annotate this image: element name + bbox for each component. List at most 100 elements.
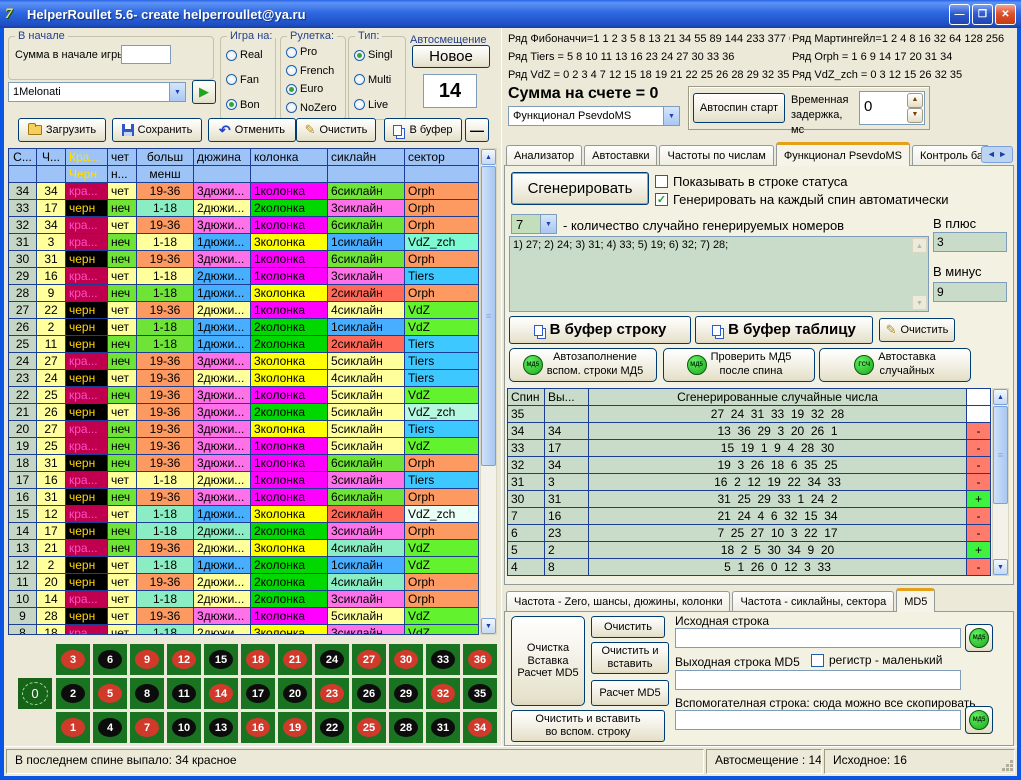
table-cell[interactable]: 30 [9, 251, 36, 267]
scroll-down-icon[interactable]: ▼ [481, 618, 496, 634]
table-cell[interactable]: 19 [9, 438, 36, 454]
tab-Частоты по числам[interactable]: Частоты по числам [659, 145, 773, 166]
generate-button[interactable]: Сгенерировать [511, 172, 649, 205]
radio-icon[interactable] [286, 102, 297, 113]
table-cell[interactable]: 26 [9, 319, 36, 335]
case-checkbox[interactable]: регистр - маленький [811, 653, 942, 667]
generated-numbers-textarea[interactable]: 1) 27; 2) 24; 3) 31; 4) 33; 5) 19; 6) 32… [509, 236, 929, 312]
roulette-number-14[interactable]: 14 [204, 678, 238, 709]
radio-Fan[interactable]: Fan [226, 74, 275, 86]
scroll-down-icon[interactable]: ▼ [993, 559, 1008, 575]
radio-icon[interactable] [226, 99, 237, 110]
radio-icon[interactable] [286, 47, 297, 58]
md5-action-button-3[interactable]: ГСЧАвтоставка случайных [819, 348, 971, 382]
radio-icon[interactable] [286, 65, 297, 76]
md5-source-icon-button[interactable]: МД5 [965, 624, 993, 652]
tab-Анализатор[interactable]: Анализатор [506, 145, 582, 166]
tab-Автоставки[interactable]: Автоставки [584, 145, 657, 166]
table-cell[interactable]: 31 [9, 234, 36, 250]
roulette-number-26[interactable]: 26 [352, 678, 386, 709]
roulette-number-19[interactable]: 19 [278, 712, 312, 743]
radio-NoZero[interactable]: NoZero [286, 102, 345, 114]
spin-number[interactable]: 4 [508, 559, 544, 575]
roulette-number-3[interactable]: 3 [56, 644, 90, 675]
spin-number[interactable]: 30 [508, 491, 544, 507]
table-cell[interactable]: 24 [9, 353, 36, 369]
toolbar-button-3[interactable]: ↶Отменить [208, 118, 296, 142]
tab-Функционал PsevdoMS[interactable]: Функционал PsevdoMS [776, 142, 910, 166]
close-button[interactable]: ✕ [995, 4, 1016, 25]
roulette-number-zero[interactable]: 0 [18, 678, 52, 709]
md5-calc-button[interactable]: Расчет MD5 [591, 680, 669, 706]
roulette-number-18[interactable]: 18 [241, 644, 275, 675]
chevron-down-icon[interactable]: ▼ [663, 107, 679, 125]
radio-icon[interactable] [286, 84, 297, 95]
roulette-number-15[interactable]: 15 [204, 644, 238, 675]
roulette-number-32[interactable]: 32 [426, 678, 460, 709]
tab-Частота - Zero, шансы, дюжины, колонки[interactable]: Частота - Zero, шансы, дюжины, колонки [506, 591, 730, 612]
roulette-number-36[interactable]: 36 [463, 644, 497, 675]
roulette-number-24[interactable]: 24 [315, 644, 349, 675]
roulette-number-22[interactable]: 22 [315, 712, 349, 743]
scroll-up-icon[interactable]: ▲ [993, 389, 1008, 405]
roulette-number-27[interactable]: 27 [352, 644, 386, 675]
plus-value-field[interactable] [933, 232, 1007, 252]
roulette-number-8[interactable]: 8 [130, 678, 164, 709]
start-sum-input[interactable] [121, 45, 171, 64]
md5-big-button[interactable]: Очистка Вставка Расчет MD5 [511, 616, 585, 706]
radio-Singl[interactable]: Singl [354, 49, 405, 61]
table-cell[interactable]: 8 [9, 625, 36, 635]
roulette-number-11[interactable]: 11 [167, 678, 201, 709]
radio-Pro[interactable]: Pro [286, 46, 345, 58]
table-cell[interactable]: 18 [9, 455, 36, 471]
tab-Контроль банкролл[interactable]: Контроль банкролл [912, 145, 988, 166]
spin-number[interactable]: 5 [508, 542, 544, 558]
radio-icon[interactable] [226, 50, 237, 61]
roulette-number-1[interactable]: 1 [56, 712, 90, 743]
radio-icon[interactable] [354, 99, 365, 110]
roulette-number-25[interactable]: 25 [352, 712, 386, 743]
table-cell[interactable]: 34 [9, 183, 36, 199]
spin-number[interactable]: 34 [508, 423, 544, 439]
md5-helper-icon-button[interactable]: МД5 [965, 706, 993, 734]
resize-grip[interactable] [1010, 768, 1013, 771]
roulette-number-20[interactable]: 20 [278, 678, 312, 709]
autoshift-new-button[interactable]: Новое [412, 45, 490, 68]
minimize-button[interactable]: — [949, 4, 970, 25]
checkbox-icon[interactable] [811, 654, 824, 667]
checkbox-icon[interactable] [655, 175, 668, 188]
table-cell[interactable]: 10 [9, 591, 36, 607]
radio-French[interactable]: French [286, 65, 345, 77]
toolbar-button-1[interactable]: Загрузить [18, 118, 106, 142]
roulette-number-28[interactable]: 28 [389, 712, 423, 743]
spin-down-icon[interactable]: ▼ [907, 108, 923, 123]
roulette-number-13[interactable]: 13 [204, 712, 238, 743]
roulette-number-5[interactable]: 5 [93, 678, 127, 709]
spin-up-icon[interactable]: ▲ [907, 93, 923, 108]
functional-combo[interactable]: Функционал PsevdoMS ▼ [508, 106, 680, 126]
radio-Live[interactable]: Live [354, 99, 405, 111]
spin-number[interactable]: 35 [508, 406, 544, 422]
table-cell[interactable]: 25 [9, 336, 36, 352]
table-cell[interactable]: 28 [9, 285, 36, 301]
spins-table-scrollbar[interactable]: ▲ ≡ ▼ [480, 148, 497, 635]
table-cell[interactable]: 32 [9, 217, 36, 233]
md5-action-button-1[interactable]: МД5Автозаполнение вспом. строки МД5 [509, 348, 657, 382]
tab-Частота - сиклайны, сектора[interactable]: Частота - сиклайны, сектора [732, 591, 894, 612]
table-cell[interactable]: 27 [9, 302, 36, 318]
radio-icon[interactable] [354, 74, 365, 85]
roulette-number-17[interactable]: 17 [241, 678, 275, 709]
maximize-button[interactable]: ❐ [972, 4, 993, 25]
preset-combo[interactable]: 1Melonati ▼ [8, 82, 186, 102]
table-cell[interactable]: 20 [9, 421, 36, 437]
roulette-number-7[interactable]: 7 [130, 712, 164, 743]
table-cell[interactable]: 21 [9, 404, 36, 420]
table-cell[interactable]: 23 [9, 370, 36, 386]
radio-Multi[interactable]: Multi [354, 74, 405, 86]
buffer-table-button[interactable]: В буфер таблицу [695, 316, 873, 344]
buffer-row-button[interactable]: В буфер строку [509, 316, 691, 344]
radio-icon[interactable] [354, 50, 365, 61]
roulette-number-23[interactable]: 23 [315, 678, 349, 709]
md5-action-button-2[interactable]: МД5Проверить МД5 после спина [663, 348, 815, 382]
radio-Bon[interactable]: Bon [226, 99, 275, 111]
